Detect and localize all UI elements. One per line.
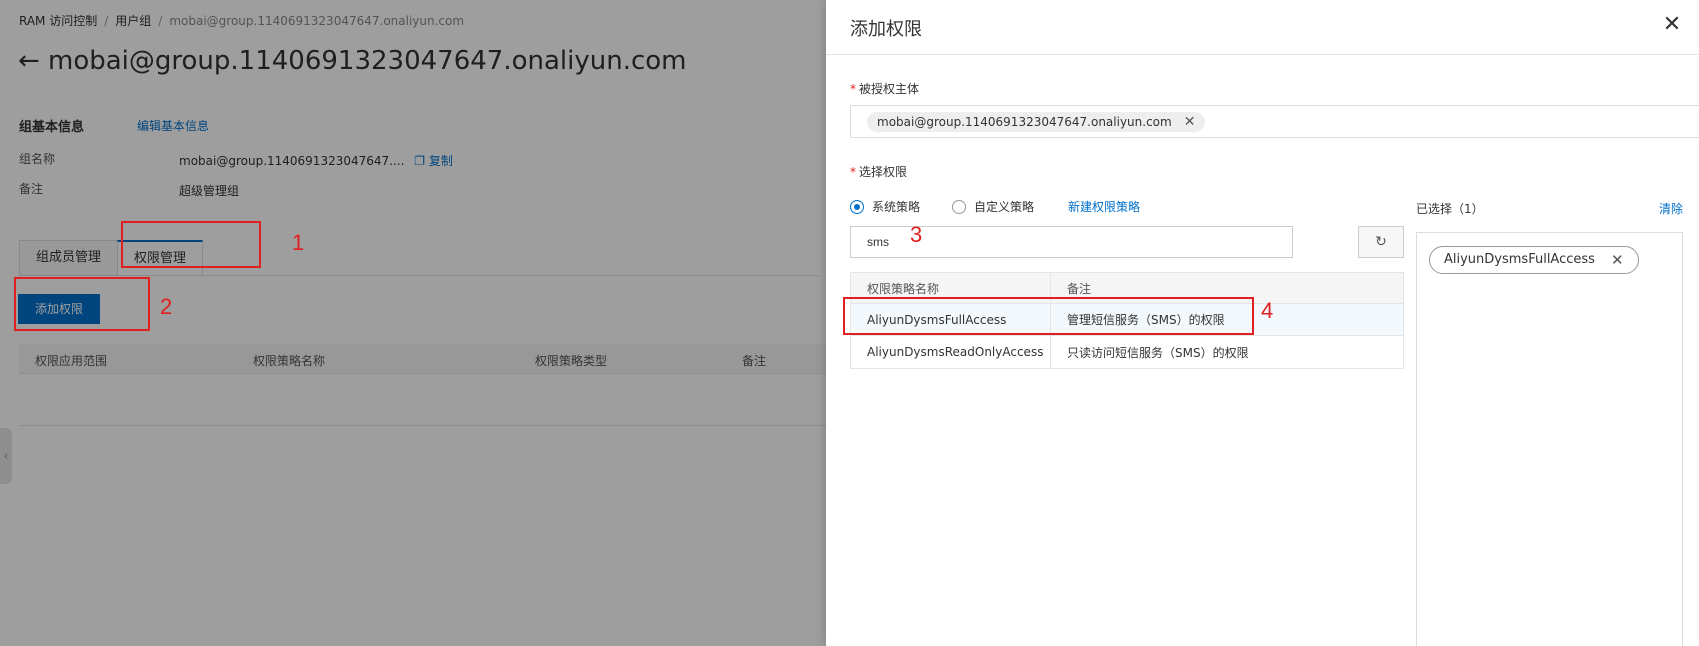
principal-input[interactable]: mobai@group.1140691323047647.onaliyun.co… — [850, 105, 1699, 138]
principal-label-text: 被授权主体 — [859, 82, 920, 96]
refresh-button[interactable]: ↻ — [1358, 226, 1404, 258]
new-policy-link[interactable]: 新建权限策略 — [1068, 198, 1140, 215]
annotation-number-4: 4 — [1261, 298, 1274, 323]
radio-checked-icon — [850, 199, 864, 214]
select-permission-label-text: 选择权限 — [859, 165, 908, 179]
clear-selected-link[interactable]: 清除 — [1659, 200, 1683, 217]
principal-tag-text: mobai@group.1140691323047647.onaliyun.co… — [877, 115, 1172, 129]
annotation-box-4 — [843, 297, 1254, 335]
remove-principal-icon[interactable]: ✕ — [1184, 112, 1196, 132]
annotation-box-2 — [14, 277, 150, 331]
table-row[interactable]: AliyunDysmsReadOnlyAccess 只读访问短信服务（SMS）的… — [851, 336, 1403, 368]
selected-policies-panel: AliyunDysmsFullAccess ✕ — [1416, 232, 1683, 646]
refresh-icon: ↻ — [1375, 234, 1387, 250]
radio-custom-label: 自定义策略 — [974, 200, 1035, 214]
annotation-number-1: 1 — [292, 230, 305, 255]
radio-unchecked-icon — [952, 199, 967, 214]
radio-system-label: 系统策略 — [872, 200, 921, 214]
required-star: * — [850, 82, 856, 96]
annotation-number-2: 2 — [160, 294, 173, 319]
remove-selected-icon[interactable]: ✕ — [1611, 247, 1624, 273]
principal-label: * 被授权主体 — [850, 80, 919, 97]
close-icon[interactable]: ✕ — [1661, 14, 1683, 36]
selected-title: 已选择（1） — [1416, 202, 1484, 216]
radio-system-policy[interactable]: 系统策略 — [850, 198, 920, 215]
annotation-box-1 — [121, 221, 261, 268]
drawer-header: 添加权限 ✕ — [826, 0, 1699, 55]
principal-tag: mobai@group.1140691323047647.onaliyun.co… — [867, 112, 1206, 132]
annotation-number-3: 3 — [910, 222, 923, 247]
policy-type-radio-group: 系统策略 自定义策略 新建权限策略 — [850, 198, 1140, 215]
selected-policy-tag: AliyunDysmsFullAccess ✕ — [1429, 246, 1639, 274]
select-permission-label: * 选择权限 — [850, 163, 907, 180]
policy-name-cell: AliyunDysmsReadOnlyAccess — [851, 336, 1051, 368]
drawer-title: 添加权限 — [850, 19, 922, 40]
policy-note-cell: 只读访问短信服务（SMS）的权限 — [1067, 345, 1249, 360]
selected-policy-text: AliyunDysmsFullAccess — [1444, 252, 1595, 267]
required-star: * — [850, 165, 856, 179]
radio-custom-policy[interactable]: 自定义策略 — [952, 198, 1034, 215]
